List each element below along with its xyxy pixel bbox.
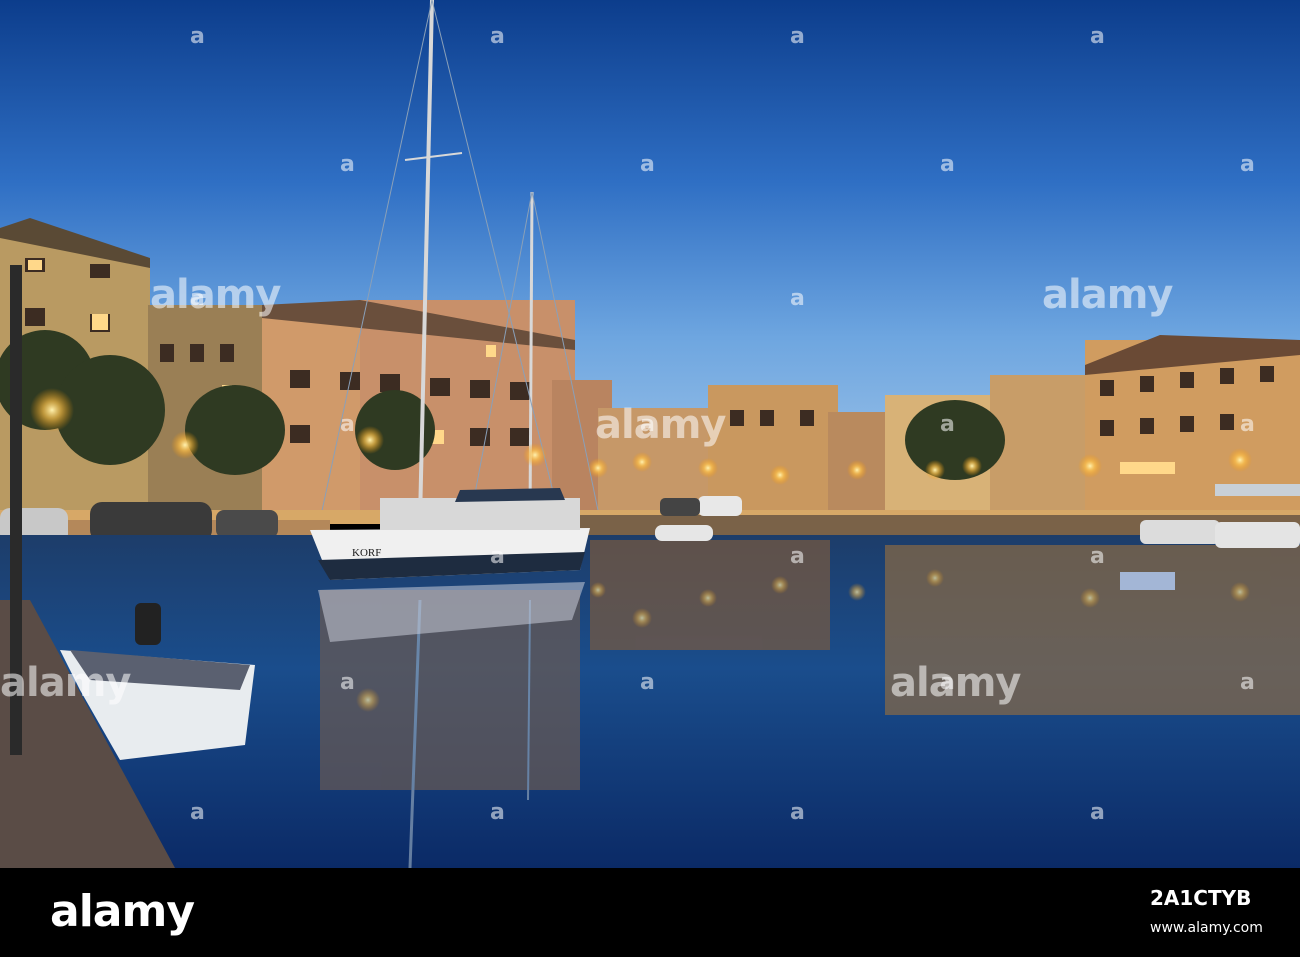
photo-frame: KORF a a a a a a a a a a a a a a a a a a… [0,0,1300,957]
footer-logo: alamy [50,886,195,937]
harbor-night-photo: KORF [0,0,1300,868]
boat-name: KORF [352,547,381,559]
pier-post [10,265,22,755]
white-dinghy [655,525,713,541]
image-id: 2A1CTYB [1150,886,1252,910]
footer-strip: alamy 2A1CTYB www.alamy.com [0,868,1300,957]
footer-url: www.alamy.com [1150,920,1263,936]
